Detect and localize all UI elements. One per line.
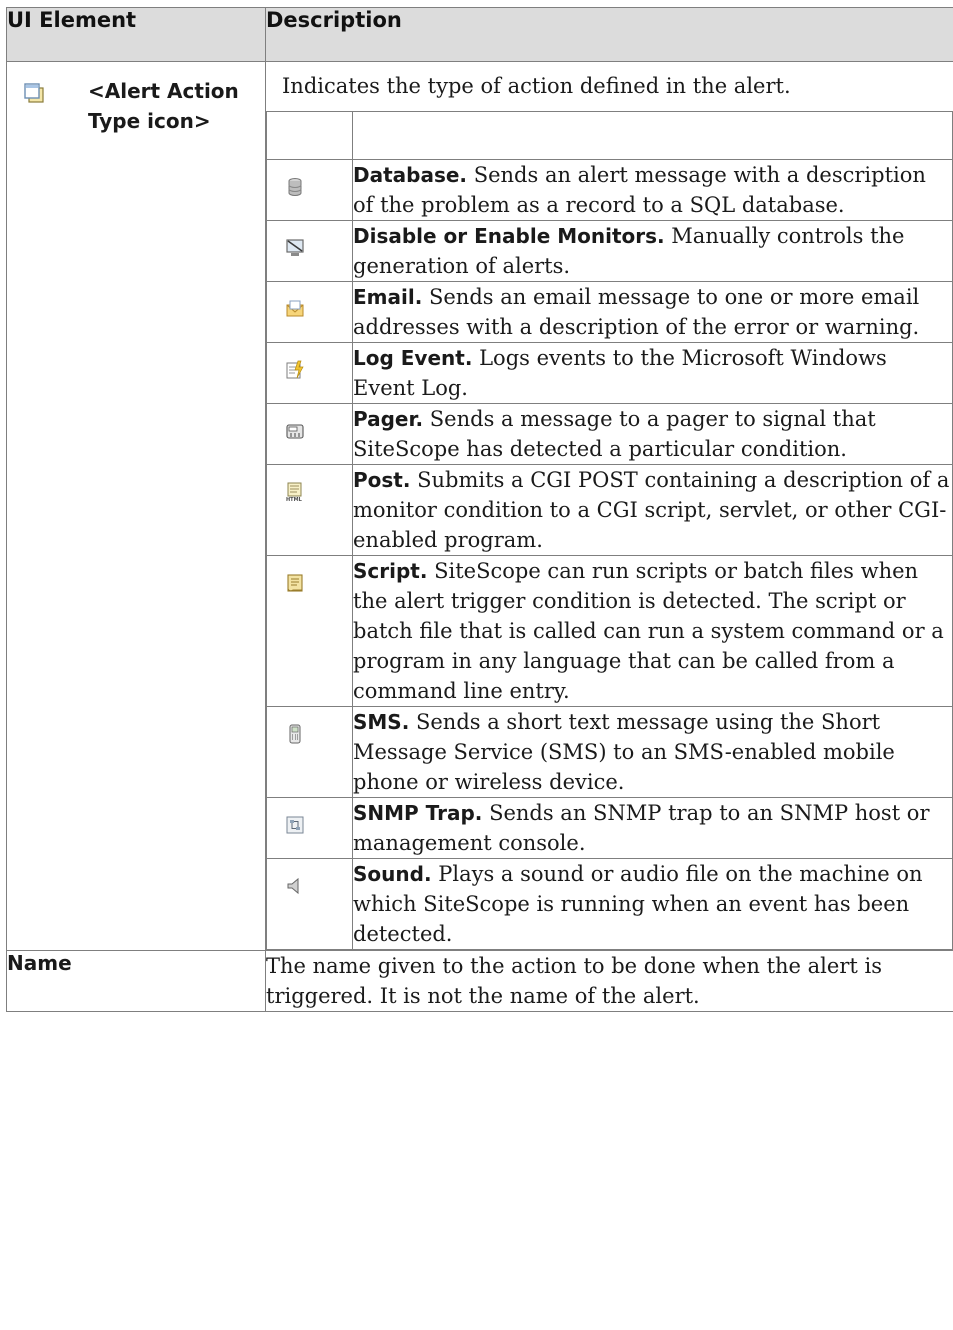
list-item-pager: Pager. Sends a message to a pager to sig… bbox=[266, 403, 953, 465]
alert-action-type-element-cell: <Alert Action Type icon> bbox=[6, 61, 266, 951]
header-description: Description bbox=[265, 7, 953, 62]
action-type-term: Disable or Enable Monitors. bbox=[353, 224, 665, 248]
name-description: The name given to the action to be done … bbox=[265, 950, 953, 1012]
email-icon bbox=[286, 300, 304, 317]
action-type-term: Sound. bbox=[353, 862, 432, 886]
action-type-term: SMS. bbox=[353, 710, 410, 734]
database-icon bbox=[288, 178, 302, 196]
table-row-name: Name The name given to the action to be … bbox=[6, 950, 953, 1012]
list-item-email: Email. Sends an email message to one or … bbox=[266, 281, 953, 343]
action-type-text: Plays a sound or audio file on the machi… bbox=[353, 862, 923, 946]
svg-text:HTML: HTML bbox=[286, 497, 303, 502]
snmp-trap-icon bbox=[286, 816, 304, 834]
action-type-text: Sends an email message to one or more em… bbox=[353, 285, 920, 339]
action-type-term: Script. bbox=[353, 559, 428, 583]
action-type-term: Database. bbox=[353, 163, 468, 187]
log-event-icon bbox=[286, 360, 304, 379]
list-item-script: Script. SiteScope can run scripts or bat… bbox=[266, 555, 953, 707]
sound-icon bbox=[287, 877, 299, 895]
disable-enable-monitors-icon bbox=[286, 239, 304, 256]
list-item-database: Database. Sends an alert message with a … bbox=[266, 159, 953, 221]
list-item-post: HTML Post. Submits a CGI POST containing… bbox=[266, 464, 953, 556]
action-type-term: SNMP Trap. bbox=[353, 801, 483, 825]
action-type-text: Submits a CGI POST containing a descript… bbox=[353, 468, 950, 552]
action-type-header-spacer bbox=[266, 111, 953, 160]
pager-icon bbox=[286, 424, 304, 439]
list-item-log-event: Log Event. Logs events to the Microsoft … bbox=[266, 342, 953, 404]
sms-icon bbox=[289, 724, 301, 744]
post-html-icon: HTML bbox=[286, 482, 303, 502]
alert-action-type-description: Indicates the type of action defined in … bbox=[282, 74, 791, 98]
action-type-term: Log Event. bbox=[353, 346, 473, 370]
action-type-term: Post. bbox=[353, 468, 411, 492]
ui-element-table: UI Element Description <Alert Action Typ… bbox=[6, 7, 953, 1012]
alert-action-type-description-cell: Indicates the type of action defined in … bbox=[265, 61, 953, 951]
script-icon bbox=[287, 574, 303, 592]
name-element-label: Name bbox=[6, 950, 266, 1012]
list-item-snmp-trap: SNMP Trap. Sends an SNMP trap to an SNMP… bbox=[266, 797, 953, 859]
table-header-row: UI Element Description bbox=[6, 7, 953, 62]
action-type-text: Sends a message to a pager to signal tha… bbox=[353, 407, 876, 461]
list-item-sms: SMS. Sends a short text message using th… bbox=[266, 706, 953, 798]
list-item-disable-enable-monitors: Disable or Enable Monitors. Manually con… bbox=[266, 220, 953, 282]
action-type-list: Database. Sends an alert message with a … bbox=[266, 111, 953, 950]
action-type-term: Pager. bbox=[353, 407, 424, 431]
list-item-sound: Sound. Plays a sound or audio file on th… bbox=[266, 858, 953, 950]
action-type-text: SiteScope can run scripts or batch files… bbox=[353, 559, 944, 703]
alert-action-type-icon bbox=[24, 83, 44, 103]
action-type-term: Email. bbox=[353, 285, 423, 309]
header-ui-element: UI Element bbox=[6, 7, 266, 62]
action-type-text: Sends a short text message using the Sho… bbox=[353, 710, 895, 794]
table-row-alert-action-type: <Alert Action Type icon> Indicates the t… bbox=[6, 61, 953, 951]
alert-action-type-label: <Alert Action Type icon> bbox=[88, 79, 239, 133]
